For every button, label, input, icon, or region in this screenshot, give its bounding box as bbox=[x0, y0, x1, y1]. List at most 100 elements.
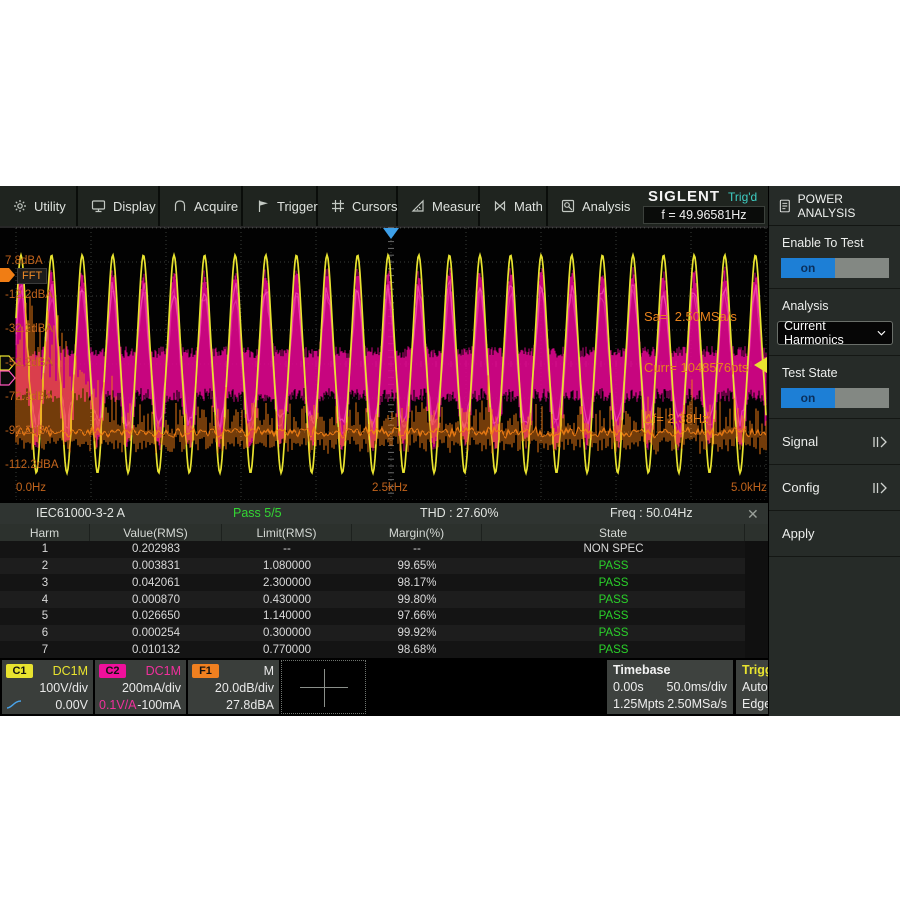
submenu-arrow-icon bbox=[872, 436, 888, 448]
cell-harm: 1 bbox=[0, 541, 90, 558]
cell-margin: 98.68% bbox=[352, 641, 482, 658]
timebase-title: Timebase bbox=[613, 663, 670, 677]
menu-math[interactable]: Math bbox=[480, 186, 548, 226]
cell-limit: 2.300000 bbox=[222, 574, 352, 591]
oscilloscope-screen: Utility Display Acquire Trigger Cursors … bbox=[0, 186, 900, 716]
enable-test-label: Enable To Test bbox=[769, 236, 900, 250]
col-state: State bbox=[482, 524, 745, 541]
cell-value: 0.010132 bbox=[90, 641, 222, 658]
menu-acquire[interactable]: Acquire bbox=[160, 186, 243, 226]
c2-trace-marker bbox=[0, 371, 15, 385]
analysis-icon bbox=[561, 199, 575, 213]
apply-button[interactable]: Apply bbox=[769, 511, 900, 557]
cell-margin: -- bbox=[352, 541, 482, 558]
toggle-on-label: on bbox=[781, 258, 835, 278]
col-margin: Margin(%) bbox=[352, 524, 482, 541]
enable-test-toggle[interactable]: on bbox=[781, 258, 889, 278]
c1-coupling: DC1M bbox=[53, 664, 88, 678]
table-row: 70.0101320.77000098.68%PASS bbox=[0, 641, 745, 658]
channel-c2-box[interactable]: C2DC1M 200mA/div 0.1V/A-100mA bbox=[95, 660, 186, 714]
cell-value: 0.003831 bbox=[90, 558, 222, 575]
db-axis-label: -32.2dBA bbox=[5, 323, 53, 335]
db-axis-label: -112.2dBA bbox=[5, 459, 59, 471]
col-limit: Limit(RMS) bbox=[222, 524, 352, 541]
c2-offset: -100mA bbox=[137, 698, 181, 712]
analysis-dropdown[interactable]: Current Harmonics bbox=[777, 321, 893, 345]
menu-measure-label: Measure bbox=[432, 199, 483, 214]
table-body: 10.202983----NON SPEC 20.0038311.0800009… bbox=[0, 541, 745, 658]
trigger-type: Edge bbox=[742, 697, 771, 711]
close-icon[interactable]: ✕ bbox=[747, 506, 759, 523]
panel-header: POWER ANALYSIS bbox=[769, 186, 900, 226]
menu-trigger-label: Trigger bbox=[277, 199, 318, 214]
freq-axis-end: 5.0kHz bbox=[731, 482, 767, 494]
acquire-icon bbox=[173, 199, 187, 213]
channel-c1-box[interactable]: C1DC1M 100V/div 0.00V bbox=[2, 660, 93, 714]
c2-badge: C2 bbox=[99, 664, 126, 678]
timebase-delay: 0.00s bbox=[613, 680, 644, 694]
menu-display-label: Display bbox=[113, 199, 156, 214]
f1-offset: 27.8dBA bbox=[226, 698, 274, 712]
acquisition-readout: Sa= 2.50MSa/s Curr= 1048576pts Δf= 2.38H… bbox=[644, 274, 748, 461]
c2-coupling: DC1M bbox=[146, 664, 181, 678]
cell-state: PASS bbox=[482, 574, 745, 591]
document-icon bbox=[779, 199, 791, 213]
timebase-box[interactable]: Timebase 0.00s 50.0ms/div 1.25Mpts2.50MSa… bbox=[607, 660, 733, 714]
f1-scale: 20.0dB/div bbox=[215, 681, 274, 695]
cell-value: 0.000254 bbox=[90, 625, 222, 642]
table-row: 30.0420612.30000098.17%PASS bbox=[0, 574, 745, 591]
menu-utility[interactable]: Utility bbox=[0, 186, 78, 226]
signal-menu-item[interactable]: Signal bbox=[769, 419, 900, 465]
test-state-label: Test State bbox=[769, 366, 900, 380]
cursors-icon bbox=[331, 199, 345, 213]
menu-analysis-label: Analysis bbox=[582, 199, 630, 214]
menu-display[interactable]: Display bbox=[78, 186, 160, 226]
delta-f: Δf= 2.38Hz bbox=[644, 410, 748, 427]
result-bar: IEC61000-3-2 A Pass 5/5 THD : 27.60% Fre… bbox=[0, 503, 768, 524]
thd-readout: THD : 27.60% bbox=[420, 506, 499, 520]
menu-trigger[interactable]: Trigger bbox=[243, 186, 318, 226]
c1-slope-icon bbox=[6, 700, 22, 709]
freq-axis-mid: 2.5kHz bbox=[372, 482, 408, 494]
config-label: Config bbox=[782, 480, 820, 495]
db-axis-label: -52.2dBA bbox=[5, 357, 53, 369]
timebase-scale: 50.0ms/div bbox=[667, 680, 727, 694]
panel-title: POWER ANALYSIS bbox=[798, 192, 900, 220]
cell-margin: 99.65% bbox=[352, 558, 482, 575]
menu-measure[interactable]: Measure bbox=[398, 186, 480, 226]
cell-margin: 97.66% bbox=[352, 608, 482, 625]
cell-harm: 5 bbox=[0, 608, 90, 625]
cell-state: NON SPEC bbox=[482, 541, 745, 558]
apply-label: Apply bbox=[782, 526, 815, 541]
add-channel-slot[interactable] bbox=[281, 660, 366, 714]
flag-icon bbox=[256, 199, 270, 213]
cell-limit: 0.430000 bbox=[222, 591, 352, 608]
col-value: Value(RMS) bbox=[90, 524, 222, 541]
bottom-bar: C1DC1M 100V/div 0.00V C2 DC1M 200mA/div 0… bbox=[0, 658, 900, 716]
c2-scale: 200mA/div bbox=[122, 681, 181, 695]
math-f1-box[interactable]: F1M 20.0dB/div 27.8dBA bbox=[188, 660, 279, 714]
cell-state: PASS bbox=[482, 625, 745, 642]
menu-cursors[interactable]: Cursors bbox=[318, 186, 398, 226]
config-menu-item[interactable]: Config bbox=[769, 465, 900, 511]
cell-limit: 1.080000 bbox=[222, 558, 352, 575]
timebase-rate: 2.50MSa/s bbox=[667, 697, 727, 711]
test-state-toggle[interactable]: on bbox=[781, 388, 889, 408]
power-analysis-panel: POWER ANALYSIS Enable To Test on Analysi… bbox=[768, 186, 900, 716]
menu-analysis[interactable]: Analysis bbox=[548, 186, 640, 226]
test-state-section: Test State on bbox=[769, 356, 900, 419]
capture-points: Curr= 1048576pts bbox=[644, 359, 748, 376]
cell-margin: 99.80% bbox=[352, 591, 482, 608]
cell-state: PASS bbox=[482, 608, 745, 625]
brand-block: SIGLENT Trig'd f = 49.96581Hz bbox=[640, 186, 768, 226]
col-harm: Harm bbox=[0, 524, 90, 541]
trigger-status: Trig'd bbox=[728, 190, 757, 204]
f1-trace-marker bbox=[0, 268, 15, 282]
timebase-points: 1.25Mpts bbox=[613, 697, 664, 711]
trigger-position-marker bbox=[383, 228, 399, 239]
analysis-section: Analysis Current Harmonics bbox=[769, 289, 900, 356]
cell-harm: 2 bbox=[0, 558, 90, 575]
table-row: 50.0266501.14000097.66%PASS bbox=[0, 608, 745, 625]
chevron-down-icon bbox=[877, 330, 886, 336]
signal-label: Signal bbox=[782, 434, 818, 449]
